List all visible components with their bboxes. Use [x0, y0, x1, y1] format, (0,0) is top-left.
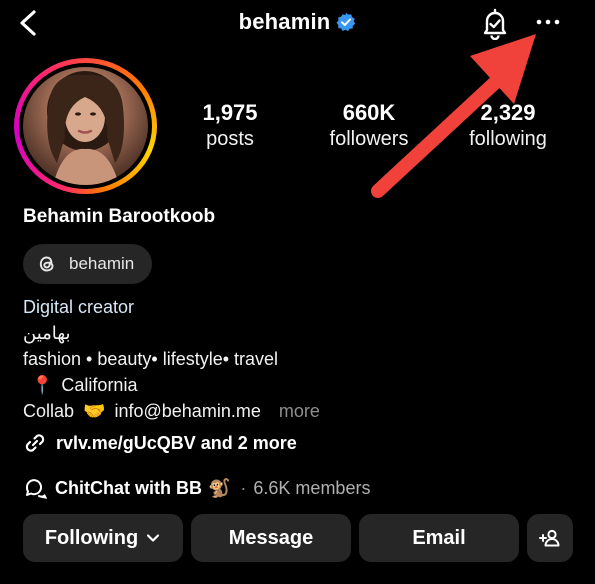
stat-posts-label: posts — [206, 128, 254, 150]
collab-email[interactable]: info@behamin.me — [114, 401, 260, 421]
bio-tags: fashion • beauty• lifestyle• travel — [23, 349, 279, 369]
bio-location: 📍 California — [23, 374, 137, 396]
bio-collab: Collab 🤝 info@behamin.me more — [23, 400, 320, 422]
email-button[interactable]: Email — [359, 514, 519, 562]
link-text: rvlv.me/gUcQBV and 2 more — [56, 432, 297, 453]
handshake-icon: 🤝 — [83, 401, 106, 421]
stat-following-label: following — [469, 128, 547, 150]
stat-following-value: 2,329 — [480, 100, 536, 125]
top-bar: behamin — [0, 0, 595, 48]
bell-check-icon[interactable] — [478, 6, 512, 40]
more-dots-icon[interactable] — [533, 10, 563, 34]
stat-posts-value: 1,975 — [202, 100, 258, 125]
threads-handle: behamin — [69, 254, 135, 273]
chevron-down-icon — [147, 534, 160, 542]
suggest-people-button[interactable] — [527, 514, 573, 562]
threads-badge-button[interactable]: behamin — [23, 244, 152, 284]
username-label: behamin — [238, 9, 331, 34]
stat-followers-value: 660K — [342, 100, 396, 125]
avatar-photo — [47, 71, 125, 185]
collab-prefix: Collab — [23, 401, 75, 421]
pin-icon: 📍 — [31, 375, 54, 395]
external-link[interactable]: rvlv.me/gUcQBV and 2 more — [23, 431, 297, 455]
profile-avatar[interactable] — [23, 67, 148, 185]
verified-badge-icon — [337, 12, 356, 32]
monkey-icon: 🐒 — [207, 477, 231, 498]
stat-following[interactable]: 2,329 following — [443, 100, 573, 152]
following-label: Following — [44, 526, 139, 549]
broadcast-channel[interactable]: ChitChat with BB 🐒 · 6.6K members — [23, 476, 370, 500]
stat-followers-label: followers — [329, 128, 409, 150]
message-button[interactable]: Message — [191, 514, 351, 562]
persian-name: بهامین — [23, 323, 71, 343]
channel-separator: · — [240, 477, 247, 498]
add-person-icon — [539, 529, 560, 547]
bio-more-link[interactable]: more — [279, 401, 320, 421]
message-label: Message — [228, 526, 314, 549]
stat-posts[interactable]: 1,975 posts — [165, 100, 295, 152]
category-label: Digital creator — [23, 297, 135, 317]
chat-bubbles-icon — [25, 479, 47, 499]
channel-members: 6.6K members — [253, 477, 371, 498]
stat-followers[interactable]: 660K followers — [304, 100, 434, 152]
display-name: Behamin Barootkoob — [23, 206, 216, 227]
link-icon — [25, 434, 45, 452]
email-label: Email — [412, 526, 466, 549]
story-ring[interactable] — [14, 58, 157, 194]
threads-icon — [39, 256, 54, 272]
following-button[interactable]: Following — [23, 514, 183, 562]
channel-name: ChitChat with BB — [55, 477, 202, 498]
location-text: California — [61, 375, 138, 395]
